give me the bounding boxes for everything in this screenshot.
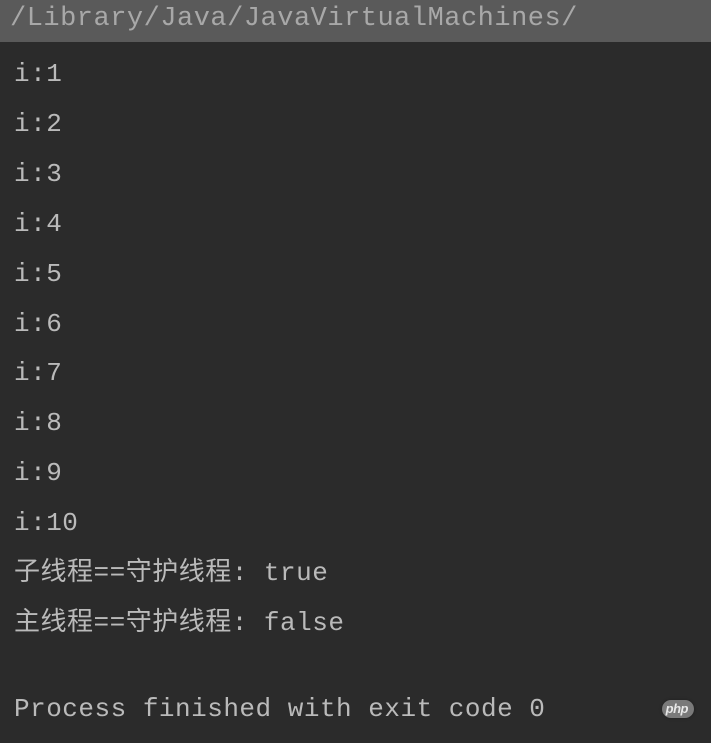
blank-line	[14, 649, 697, 685]
output-line: i:8	[14, 399, 697, 449]
output-line: i:9	[14, 449, 697, 499]
output-line: i:1	[14, 50, 697, 100]
watermark-badge: php	[662, 700, 694, 718]
watermark: php	[662, 700, 699, 718]
execution-path-text: /Library/Java/JavaVirtualMachines/	[10, 4, 578, 34]
output-line: i:3	[14, 150, 697, 200]
watermark-text: php	[666, 701, 688, 716]
execution-path-header: /Library/Java/JavaVirtualMachines/	[0, 0, 711, 42]
output-line: i:5	[14, 250, 697, 300]
output-line: 主线程==守护线程: false	[14, 599, 697, 649]
exit-message: Process finished with exit code 0	[14, 685, 697, 735]
output-line: i:6	[14, 300, 697, 350]
output-line: i:10	[14, 499, 697, 549]
output-line: i:2	[14, 100, 697, 150]
output-line: 子线程==守护线程: true	[14, 549, 697, 599]
output-line: i:7	[14, 349, 697, 399]
console-output: i:1 i:2 i:3 i:4 i:5 i:6 i:7 i:8 i:9 i:10…	[0, 42, 711, 743]
output-line: i:4	[14, 200, 697, 250]
